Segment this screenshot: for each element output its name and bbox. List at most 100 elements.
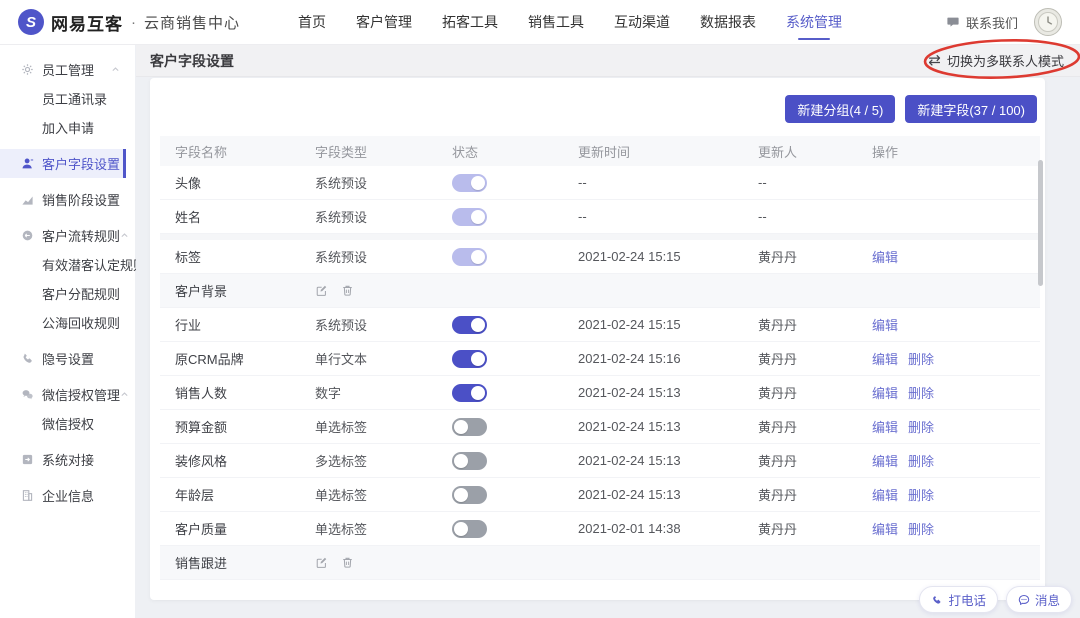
- edit-link[interactable]: 编辑: [872, 349, 898, 368]
- updated-time: 2021-02-24 15:13: [578, 385, 681, 400]
- chevron-up-icon: [120, 231, 129, 240]
- mode-switch-label: 切换为多联系人模式: [946, 54, 1064, 69]
- sidebar-item-label: 客户字段设置: [42, 157, 121, 172]
- status-toggle[interactable]: [452, 247, 487, 266]
- edit-icon[interactable]: [315, 556, 328, 569]
- edit-icon[interactable]: [315, 284, 328, 297]
- nav-item-6[interactable]: 数据报表: [700, 0, 756, 44]
- status-toggle[interactable]: [452, 207, 487, 226]
- brand-name: 网易互客: [51, 14, 123, 34]
- updated-by: 黄丹丹: [758, 454, 798, 469]
- new-field-button[interactable]: 新建字段(37 / 100): [905, 95, 1037, 123]
- nav-item-1[interactable]: 首页: [298, 0, 326, 44]
- sidebar-item-11[interactable]: 微信授权管理: [0, 380, 129, 409]
- page-title: 客户字段设置: [150, 52, 234, 69]
- updated-by: 黄丹丹: [758, 488, 798, 503]
- status-cell: [452, 173, 578, 192]
- new-group-button[interactable]: 新建分组(4 / 5): [785, 95, 896, 123]
- message-button[interactable]: 消息: [1005, 586, 1072, 613]
- delete-link[interactable]: 删除: [908, 383, 934, 402]
- field-row: 行业 系统预设 2021-02-24 15:15 黄丹丹 编辑: [160, 308, 1040, 342]
- sidebar-item-12[interactable]: 微信授权: [0, 409, 126, 438]
- page-header: 客户字段设置 ⇄ 切换为多联系人模式: [136, 45, 1080, 77]
- nav-item-7[interactable]: 系统管理: [786, 0, 842, 44]
- field-row: 标签 系统预设 2021-02-24 15:15 黄丹丹 编辑: [160, 240, 1040, 274]
- sidebar-item-3[interactable]: 加入申请: [0, 113, 126, 142]
- status-toggle[interactable]: [452, 485, 487, 504]
- row-actions: 编辑 删除: [872, 451, 1040, 470]
- delete-link[interactable]: 删除: [908, 451, 934, 470]
- field-type: 单选标签: [315, 488, 368, 503]
- status-toggle[interactable]: [452, 519, 487, 538]
- edit-link[interactable]: 编辑: [872, 451, 898, 470]
- sidebar-item-label: 员工通讯录: [42, 92, 108, 107]
- fields-table: 字段名称 字段类型 状态 更新时间 更新人 操作 头像 系统预设 -- -- 姓名 系统预设 -- --…: [160, 136, 1040, 580]
- product-name: 云商销售中心: [144, 14, 241, 32]
- edit-link[interactable]: 编辑: [872, 383, 898, 402]
- mode-switch-button[interactable]: ⇄ 切换为多联系人模式: [928, 51, 1064, 70]
- row-actions: 编辑 删除: [872, 519, 1040, 538]
- group-actions: [315, 284, 452, 297]
- status-toggle[interactable]: [452, 315, 487, 334]
- sidebar-item-4[interactable]: 客户字段设置: [0, 149, 126, 178]
- sidebar-item-label: 公海回收规则: [42, 316, 121, 331]
- chevron-up-icon: [120, 390, 129, 399]
- field-row: 装修风格 多选标签 2021-02-24 15:13 黄丹丹 编辑 删除: [160, 444, 1040, 478]
- status-toggle[interactable]: [452, 451, 487, 470]
- toggle-knob: [471, 317, 485, 332]
- updated-time: 2021-02-01 14:38: [578, 521, 681, 536]
- updated-time: 2021-02-24 15:15: [578, 249, 681, 264]
- status-toggle[interactable]: [452, 383, 487, 402]
- delete-link[interactable]: 删除: [908, 417, 934, 436]
- edit-link[interactable]: 编辑: [872, 417, 898, 436]
- nav-item-2[interactable]: 客户管理: [356, 0, 412, 44]
- status-toggle[interactable]: [452, 173, 487, 192]
- edit-link[interactable]: 编辑: [872, 519, 898, 538]
- sidebar-item-7[interactable]: 有效潜客认定规则: [0, 250, 146, 279]
- sidebar-item-10[interactable]: 隐号设置: [0, 344, 126, 373]
- status-cell: [452, 485, 578, 504]
- status-toggle[interactable]: [452, 417, 487, 436]
- brand-separator: ·: [131, 13, 136, 31]
- sidebar-item-1[interactable]: 员工管理: [0, 55, 126, 84]
- wechat-icon: [21, 388, 35, 401]
- user-avatar[interactable]: [1034, 8, 1062, 36]
- field-name: 客户质量: [175, 522, 228, 537]
- status-cell: [452, 383, 578, 402]
- plug-icon: [21, 453, 35, 466]
- updated-time: 2021-02-24 15:13: [578, 487, 681, 502]
- trash-icon[interactable]: [341, 556, 354, 569]
- scrollbar-thumb[interactable]: [1038, 160, 1043, 286]
- nav-item-3[interactable]: 拓客工具: [442, 0, 498, 44]
- toggle-knob: [471, 385, 485, 400]
- field-name: 姓名: [175, 210, 202, 225]
- row-actions: 编辑 删除: [872, 349, 1040, 368]
- delete-link[interactable]: 删除: [908, 519, 934, 538]
- call-button[interactable]: 打电话: [919, 586, 998, 613]
- updated-time: --: [578, 175, 587, 190]
- main-nav: 首页 客户管理 拓客工具 销售工具 互动渠道 数据报表 系统管理: [298, 0, 842, 44]
- nav-item-4[interactable]: 销售工具: [528, 0, 584, 44]
- sidebar-item-5[interactable]: 销售阶段设置: [0, 185, 126, 214]
- edit-link[interactable]: 编辑: [872, 247, 898, 266]
- contact-us-label: 联系我们: [965, 15, 1018, 31]
- sidebar-item-6[interactable]: 客户流转规则: [0, 221, 129, 250]
- sidebar-item-8[interactable]: 客户分配规则: [0, 279, 126, 308]
- contact-us-button[interactable]: 联系我们: [946, 13, 1018, 32]
- sidebar-item-2[interactable]: 员工通讯录: [0, 84, 126, 113]
- field-row: 客户质量 单选标签 2021-02-01 14:38 黄丹丹 编辑 删除: [160, 512, 1040, 546]
- nav-item-5[interactable]: 互动渠道: [614, 0, 670, 44]
- updated-time: 2021-02-24 15:15: [578, 317, 681, 332]
- sidebar-item-14[interactable]: 企业信息: [0, 481, 126, 510]
- group-actions: [315, 556, 452, 569]
- edit-link[interactable]: 编辑: [872, 315, 898, 334]
- edit-link[interactable]: 编辑: [872, 485, 898, 504]
- trash-icon[interactable]: [341, 284, 354, 297]
- toggle-knob: [454, 419, 468, 434]
- status-toggle[interactable]: [452, 349, 487, 368]
- delete-link[interactable]: 删除: [908, 485, 934, 504]
- swap-arrows-icon: ⇄: [928, 52, 941, 69]
- sidebar-item-13[interactable]: 系统对接: [0, 445, 126, 474]
- delete-link[interactable]: 删除: [908, 349, 934, 368]
- sidebar-item-9[interactable]: 公海回收规则: [0, 308, 126, 337]
